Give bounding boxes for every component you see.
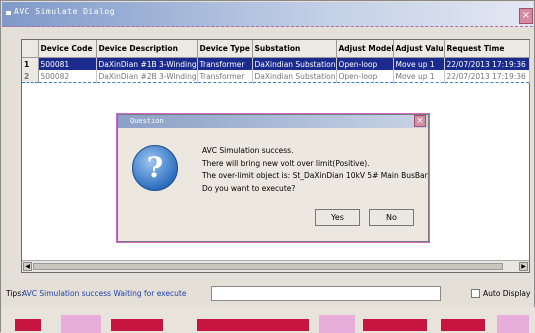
device-table: Device Code Device Description Device Ty… [22,40,530,83]
cell-request-time[interactable]: 22/07/2013 17:19:36 [444,57,530,70]
no-button[interactable]: No [369,209,414,226]
window-close-button[interactable]: × [519,8,533,24]
dialog-title: Question [130,117,164,125]
cell-device-type[interactable]: Transformer [197,70,253,83]
question-icon: ? [132,145,178,191]
row-number: 2 [22,70,39,83]
message-line: Do you want to execute? [202,183,296,193]
artifact-bar [497,315,529,333]
window-title: AVC Simulate Dialog [14,7,116,16]
dialog-titlebar[interactable]: Question × [118,115,428,128]
artifact-bar [441,319,485,331]
cell-substation[interactable]: DaXindian Substation [252,70,337,83]
window-titlebar[interactable]: AVC Simulate Dialog × [2,2,533,27]
column-header-device-type[interactable]: Device Type [197,40,253,58]
dialog-message: AVC Simulation success. There will bring… [202,145,428,195]
artifact-bar [61,315,101,333]
cell-substation[interactable]: DaXindian Substation [252,57,337,70]
tips-message: AVC Simulation success Waiting for execu… [22,289,187,298]
column-header-device-code[interactable]: Device Code [38,40,97,58]
table-row[interactable]: 1 500081 DaXinDian #1B 3-Winding Transfo… [22,57,530,70]
message-line: AVC Simulation success. [202,146,294,155]
artifact-bar [319,315,355,333]
cell-adjust-model[interactable]: Open-loop [336,70,394,83]
table-header-row: Device Code Device Description Device Ty… [22,40,530,58]
horizontal-scrollbar[interactable]: ◀ ▶ [22,260,529,272]
column-header-substation[interactable]: Substation [252,40,337,58]
window-menu-icon[interactable] [6,11,11,15]
row-number: 1 [22,57,39,70]
auto-display-checkbox[interactable] [471,289,480,298]
artifact-bar [111,319,163,331]
cell-adjust-value[interactable]: Move up 1 [393,70,445,83]
column-header-request-time[interactable]: Request Time [444,40,530,58]
cell-device-description[interactable]: DaXinDian #2B 3-Winding [96,70,198,83]
column-header-device-description[interactable]: Device Description [96,40,198,58]
cell-adjust-value[interactable]: Move up 1 [393,57,445,70]
artifact-bar [363,319,427,331]
scroll-right-icon[interactable]: ▶ [519,262,528,271]
auto-display-label: Auto Display [483,289,531,298]
tips-label: Tips: [6,289,24,298]
cell-request-time[interactable]: 22/07/2013 17:19:36 [444,70,530,83]
yes-button[interactable]: Yes [315,209,360,226]
message-line: There will bring new volt over limit(Pos… [202,158,370,168]
message-line: The over-limit object is: St_DaXinDian 1… [202,171,428,180]
status-field [211,286,441,301]
status-bar: Tips: AVC Simulation success Waiting for… [1,286,535,302]
table-row[interactable]: 2 500082 DaXinDian #2B 3-Winding Transfo… [22,70,530,83]
bottom-strip [1,307,535,333]
cell-device-description[interactable]: DaXinDian #1B 3-Winding [96,57,198,70]
scrollbar-thumb[interactable] [33,263,503,270]
cell-adjust-model[interactable]: Open-loop [336,57,394,70]
scroll-left-icon[interactable]: ◀ [23,262,32,271]
artifact-bar [15,319,41,331]
dialog-close-button[interactable]: × [414,115,426,127]
cell-device-code[interactable]: 500082 [38,70,97,83]
column-header-adjust-value[interactable]: Adjust Value [393,40,445,58]
artifact-bar [197,319,309,331]
cell-device-type[interactable]: Transformer [197,57,253,70]
question-dialog: Question × ? AVC Simulation success. The… [117,114,429,242]
column-header-rownum[interactable] [22,40,39,58]
column-header-adjust-model[interactable]: Adjust Model [336,40,394,58]
avc-simulate-window: AVC Simulate Dialog × Device Code Device… [0,0,535,333]
cell-device-code[interactable]: 500081 [38,57,97,70]
